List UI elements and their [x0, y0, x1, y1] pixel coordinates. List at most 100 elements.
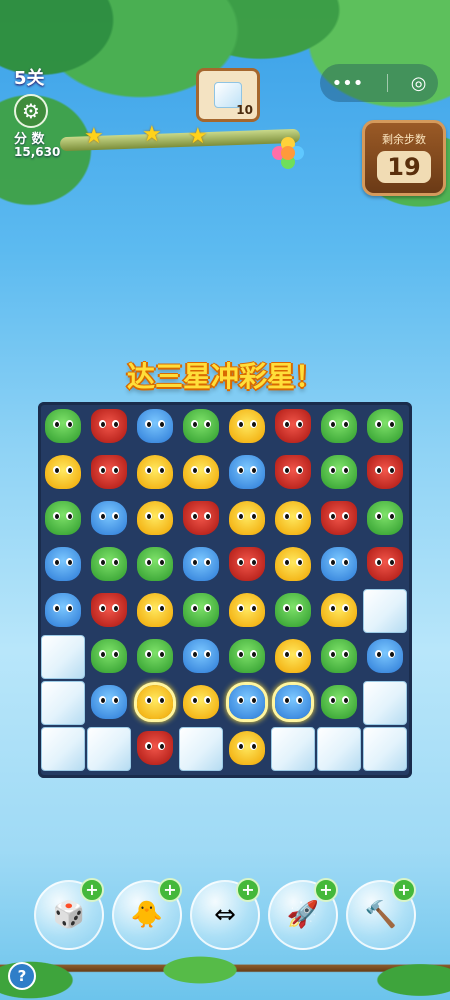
chick-piece-icon [229, 593, 265, 627]
ice-tile[interactable] [363, 589, 407, 633]
arrow-booster-icon: ⇔ [214, 900, 236, 930]
tile-blob[interactable] [179, 635, 223, 679]
tile-frog[interactable] [179, 405, 223, 449]
more-dots-icon[interactable]: ••• [332, 73, 364, 94]
tile-frog[interactable] [87, 543, 131, 587]
ice-tile[interactable] [41, 635, 85, 679]
ice-tile[interactable] [87, 727, 131, 771]
tile-chick[interactable] [271, 543, 315, 587]
tile-fox[interactable] [179, 497, 223, 541]
frog-piece-icon [91, 547, 127, 581]
plus-icon[interactable]: + [80, 878, 104, 902]
tile-frog[interactable] [317, 681, 361, 725]
tile-blob[interactable] [363, 635, 407, 679]
objective-banner: 达三星冲彩星！ [126, 360, 323, 393]
chick-piece-icon [275, 501, 311, 535]
tile-fox[interactable] [363, 451, 407, 495]
tile-blob[interactable] [133, 405, 177, 449]
tile-fox[interactable] [271, 451, 315, 495]
blob-piece-icon [183, 639, 219, 673]
moves-label: 剩余步数 [382, 133, 426, 146]
tile-chick[interactable] [225, 727, 269, 771]
tile-fox[interactable] [271, 405, 315, 449]
tile-chick[interactable] [133, 451, 177, 495]
blob-piece-icon [183, 547, 219, 581]
plus-icon[interactable]: + [236, 878, 260, 902]
tile-chick[interactable] [179, 451, 223, 495]
tile-frog[interactable] [133, 543, 177, 587]
tile-chick[interactable] [133, 497, 177, 541]
tile-fox[interactable] [317, 497, 361, 541]
ice-block [41, 681, 85, 725]
ice-tile[interactable] [41, 681, 85, 725]
tile-fox[interactable] [87, 405, 131, 449]
tile-blob[interactable] [271, 681, 315, 725]
chick-piece-icon [137, 501, 173, 535]
tile-fox[interactable] [225, 543, 269, 587]
tile-blob[interactable] [87, 497, 131, 541]
tile-blob[interactable] [317, 543, 361, 587]
tile-chick[interactable] [225, 497, 269, 541]
plus-icon[interactable]: + [158, 878, 182, 902]
tile-blob[interactable] [87, 681, 131, 725]
ice-tile[interactable] [317, 727, 361, 771]
tile-blob[interactable] [41, 543, 85, 587]
tile-fox[interactable] [133, 727, 177, 771]
tile-chick[interactable] [271, 635, 315, 679]
tile-fox[interactable] [363, 543, 407, 587]
blob-piece-icon [229, 685, 265, 719]
game-board[interactable] [38, 402, 412, 778]
tile-chick[interactable] [225, 405, 269, 449]
ice-tile[interactable] [179, 727, 223, 771]
tile-frog[interactable] [363, 497, 407, 541]
tile-frog[interactable] [271, 589, 315, 633]
tile-chick[interactable] [179, 681, 223, 725]
blob-piece-icon [137, 409, 173, 443]
score-value: 15,630 [14, 145, 61, 159]
tile-chick[interactable] [271, 497, 315, 541]
ice-block [41, 635, 85, 679]
ice-tile[interactable] [363, 727, 407, 771]
tile-chick[interactable] [133, 589, 177, 633]
frog-piece-icon [367, 409, 403, 443]
ice-tile[interactable] [363, 681, 407, 725]
tile-chick[interactable] [133, 681, 177, 725]
tile-blob[interactable] [41, 589, 85, 633]
tile-frog[interactable] [317, 635, 361, 679]
blob-piece-icon [45, 547, 81, 581]
tile-blob[interactable] [179, 543, 223, 587]
tile-fox[interactable] [87, 589, 131, 633]
tile-frog[interactable] [133, 635, 177, 679]
fox-piece-icon [275, 455, 311, 489]
tile-blob[interactable] [225, 681, 269, 725]
plus-icon[interactable]: + [392, 878, 416, 902]
tile-frog[interactable] [87, 635, 131, 679]
help-icon[interactable]: ? [8, 962, 36, 990]
frog-piece-icon [275, 593, 311, 627]
tile-chick[interactable] [225, 589, 269, 633]
frog-piece-icon [321, 639, 357, 673]
tile-chick[interactable] [41, 451, 85, 495]
tile-frog[interactable] [225, 635, 269, 679]
ice-tile[interactable] [41, 727, 85, 771]
chick-piece-icon [137, 455, 173, 489]
frog-piece-icon [91, 639, 127, 673]
ice-tile[interactable] [271, 727, 315, 771]
tile-frog[interactable] [41, 497, 85, 541]
tile-chick[interactable] [317, 589, 361, 633]
chick-piece-icon [275, 639, 311, 673]
gear-icon[interactable]: ⚙ [14, 94, 48, 128]
target-icon[interactable]: ◎ [411, 73, 427, 94]
fox-piece-icon [91, 409, 127, 443]
plus-icon[interactable]: + [314, 878, 338, 902]
ice-block [271, 727, 315, 771]
tile-frog[interactable] [317, 405, 361, 449]
tile-blob[interactable] [225, 451, 269, 495]
mini-program-capsule: ••• ◎ [320, 64, 438, 102]
blob-piece-icon [91, 501, 127, 535]
tile-frog[interactable] [179, 589, 223, 633]
tile-frog[interactable] [41, 405, 85, 449]
tile-frog[interactable] [317, 451, 361, 495]
tile-fox[interactable] [87, 451, 131, 495]
tile-frog[interactable] [363, 405, 407, 449]
